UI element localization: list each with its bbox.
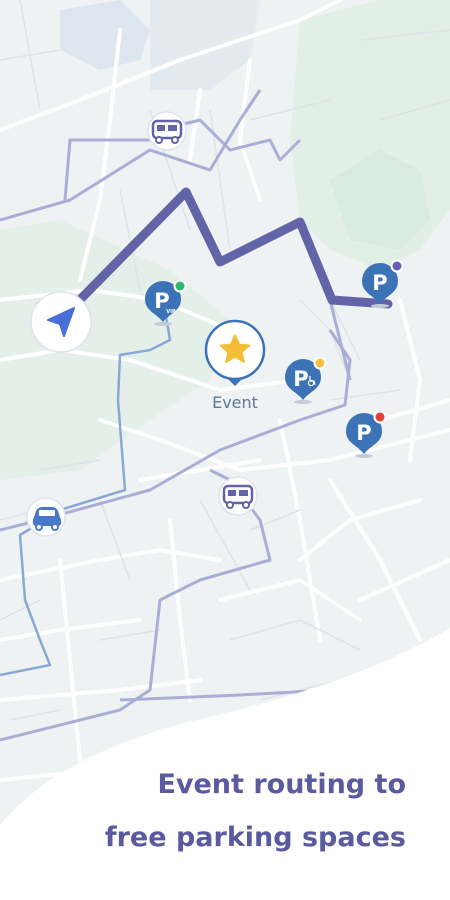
promo-line-1: Event routing to <box>157 769 406 800</box>
vip-sublabel: VIP <box>166 309 176 315</box>
parking-letter: P <box>356 421 371 445</box>
bus-stop-south[interactable] <box>218 476 258 516</box>
bus-stop-north[interactable] <box>147 111 187 151</box>
status-dot-yellow <box>313 356 327 370</box>
status-dot-red <box>373 410 387 424</box>
parking-letter: P <box>293 367 308 391</box>
screen: P VIP P P P Event Event routing to free … <box>0 0 450 900</box>
promo-line-2: free parking spaces <box>104 822 406 853</box>
status-dot-green <box>173 279 187 293</box>
parking-letter: P <box>372 271 387 295</box>
car-stop[interactable] <box>26 497 66 537</box>
current-location-marker[interactable] <box>30 291 92 353</box>
promo-headline: Event routing to free parking spaces <box>46 758 406 864</box>
status-dot-purple <box>390 259 404 273</box>
event-label: Event <box>212 393 258 412</box>
